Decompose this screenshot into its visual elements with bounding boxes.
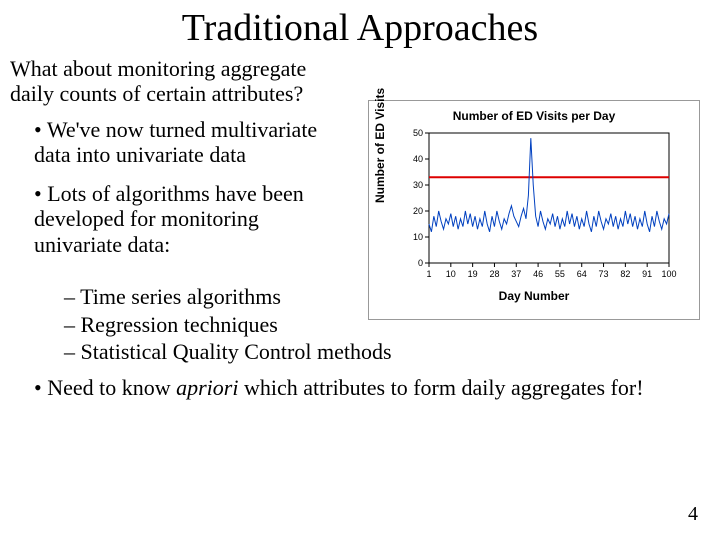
slide: Traditional Approaches What about monito… [0,0,720,540]
svg-text:73: 73 [599,269,609,279]
bullet-final: Need to know apriori which attributes to… [34,374,700,402]
svg-text:64: 64 [577,269,587,279]
sub-bullet-3: Statistical Quality Control methods [64,338,700,366]
chart-title: Number of ED Visits per Day [369,101,699,123]
svg-text:37: 37 [511,269,521,279]
svg-text:1: 1 [426,269,431,279]
intro-text: What about monitoring aggregate daily co… [0,50,360,107]
bullet-1: We've now turned multivariate data into … [34,117,350,168]
svg-text:28: 28 [489,269,499,279]
chart-figure: Number of ED Visits per Day Number of ED… [368,100,700,320]
chart-xlabel: Day Number [369,287,699,303]
svg-text:50: 50 [413,128,423,138]
svg-text:0: 0 [418,258,423,268]
final-post: which attributes to form daily aggregate… [238,375,643,400]
final-pre: Need to know [47,375,176,400]
svg-text:46: 46 [533,269,543,279]
svg-text:30: 30 [413,180,423,190]
svg-text:20: 20 [413,206,423,216]
svg-text:10: 10 [413,232,423,242]
chart-plot: 0 10 20 30 40 50 1 10 19 28 37 46 55 64 73 82 91 100 [389,127,679,287]
svg-text:91: 91 [642,269,652,279]
final-em: apriori [176,375,238,400]
svg-text:100: 100 [661,269,676,279]
bullet-2: Lots of algorithms have been developed f… [34,181,350,257]
svg-text:19: 19 [468,269,478,279]
svg-text:40: 40 [413,154,423,164]
chart-ylabel: Number of ED Visits [373,88,387,203]
svg-text:55: 55 [555,269,565,279]
page-number: 4 [688,503,698,526]
bullet-block: We've now turned multivariate data into … [0,107,360,257]
svg-text:82: 82 [620,269,630,279]
slide-title: Traditional Approaches [0,0,720,50]
svg-text:10: 10 [446,269,456,279]
